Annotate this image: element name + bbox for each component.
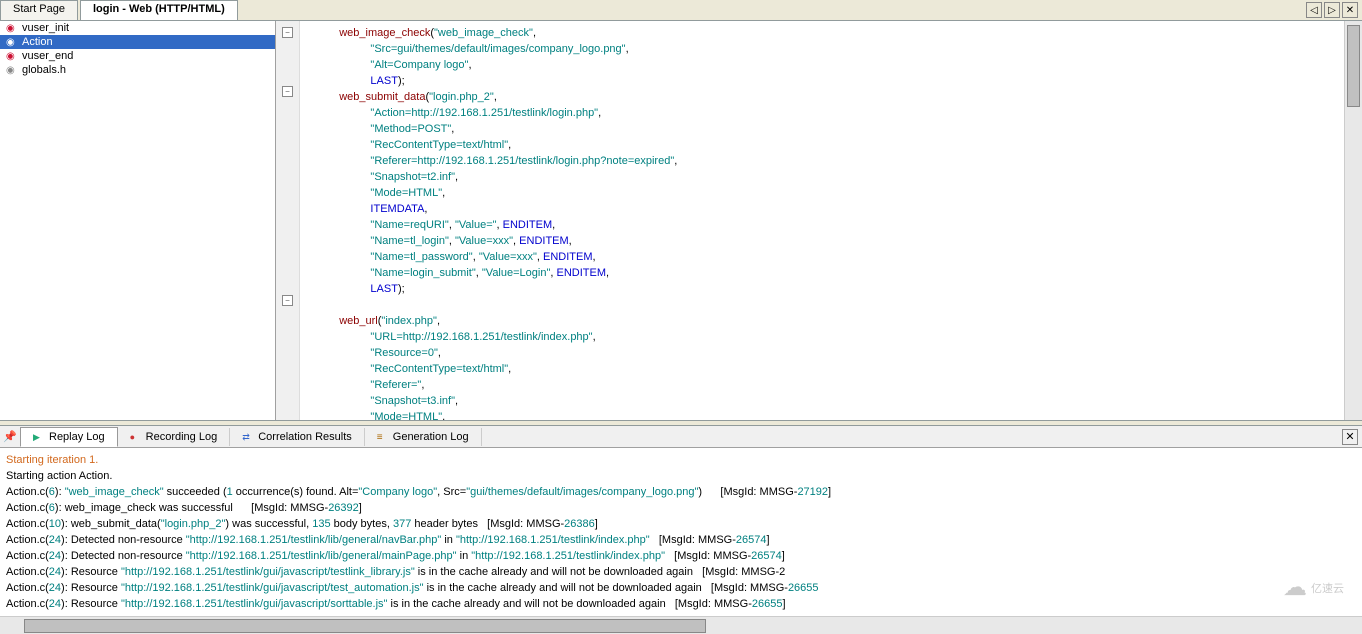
function-icon bbox=[6, 50, 18, 62]
recording-icon bbox=[130, 431, 142, 443]
log-tabs: 📌 Replay Log Recording Log Correlation R… bbox=[0, 426, 1362, 448]
fold-toggle[interactable]: − bbox=[282, 27, 293, 38]
log-output[interactable]: Starting iteration 1. Starting action Ac… bbox=[0, 448, 1362, 616]
replay-icon bbox=[33, 431, 45, 443]
script-tree: vuser_init Action vuser_end globals.h bbox=[0, 21, 276, 420]
tree-label: globals.h bbox=[22, 64, 66, 76]
tab-login[interactable]: login - Web (HTTP/HTML) bbox=[80, 0, 238, 20]
tab-replay-log[interactable]: Replay Log bbox=[20, 427, 118, 447]
tab-controls: ◁ ▷ ✕ bbox=[1306, 0, 1362, 20]
tree-item-action[interactable]: Action bbox=[0, 35, 275, 49]
tab-generation-log[interactable]: Generation Log bbox=[365, 428, 482, 446]
generation-icon bbox=[377, 431, 389, 443]
code-vertical-scrollbar[interactable] bbox=[1344, 21, 1362, 420]
tree-label: Action bbox=[22, 36, 53, 48]
tree-label: vuser_init bbox=[22, 22, 69, 34]
code-editor: − − − web_image_check("web_image_check",… bbox=[276, 21, 1362, 420]
tree-label: vuser_end bbox=[22, 50, 73, 62]
tab-scroll-left-button[interactable]: ◁ bbox=[1306, 2, 1322, 18]
fold-toggle[interactable]: − bbox=[282, 295, 293, 306]
tab-start-page[interactable]: Start Page bbox=[0, 0, 78, 20]
log-close-button[interactable]: ✕ bbox=[1342, 429, 1358, 445]
function-icon bbox=[6, 22, 18, 34]
tab-close-button[interactable]: ✕ bbox=[1342, 2, 1358, 18]
tree-item-globals[interactable]: globals.h bbox=[0, 63, 275, 77]
main-area: vuser_init Action vuser_end globals.h − … bbox=[0, 21, 1362, 420]
log-horizontal-scrollbar[interactable] bbox=[0, 616, 1362, 634]
tab-correlation-results[interactable]: Correlation Results bbox=[230, 428, 365, 446]
correlation-icon bbox=[242, 431, 254, 443]
tab-recording-log[interactable]: Recording Log bbox=[118, 428, 231, 446]
file-icon bbox=[6, 64, 18, 76]
pin-icon[interactable]: 📌 bbox=[0, 430, 20, 443]
tree-item-vuser-init[interactable]: vuser_init bbox=[0, 21, 275, 35]
tab-scroll-right-button[interactable]: ▷ bbox=[1324, 2, 1340, 18]
cloud-icon: ☁ bbox=[1283, 573, 1307, 602]
top-tabs: Start Page login - Web (HTTP/HTML) ◁ ▷ ✕ bbox=[0, 0, 1362, 21]
fold-toggle[interactable]: − bbox=[282, 86, 293, 97]
tree-item-vuser-end[interactable]: vuser_end bbox=[0, 49, 275, 63]
watermark: ☁亿速云 bbox=[1283, 573, 1344, 602]
fold-gutter: − − − bbox=[276, 21, 300, 420]
code-text[interactable]: web_image_check("web_image_check", "Src=… bbox=[300, 21, 1344, 420]
function-icon bbox=[6, 36, 18, 48]
